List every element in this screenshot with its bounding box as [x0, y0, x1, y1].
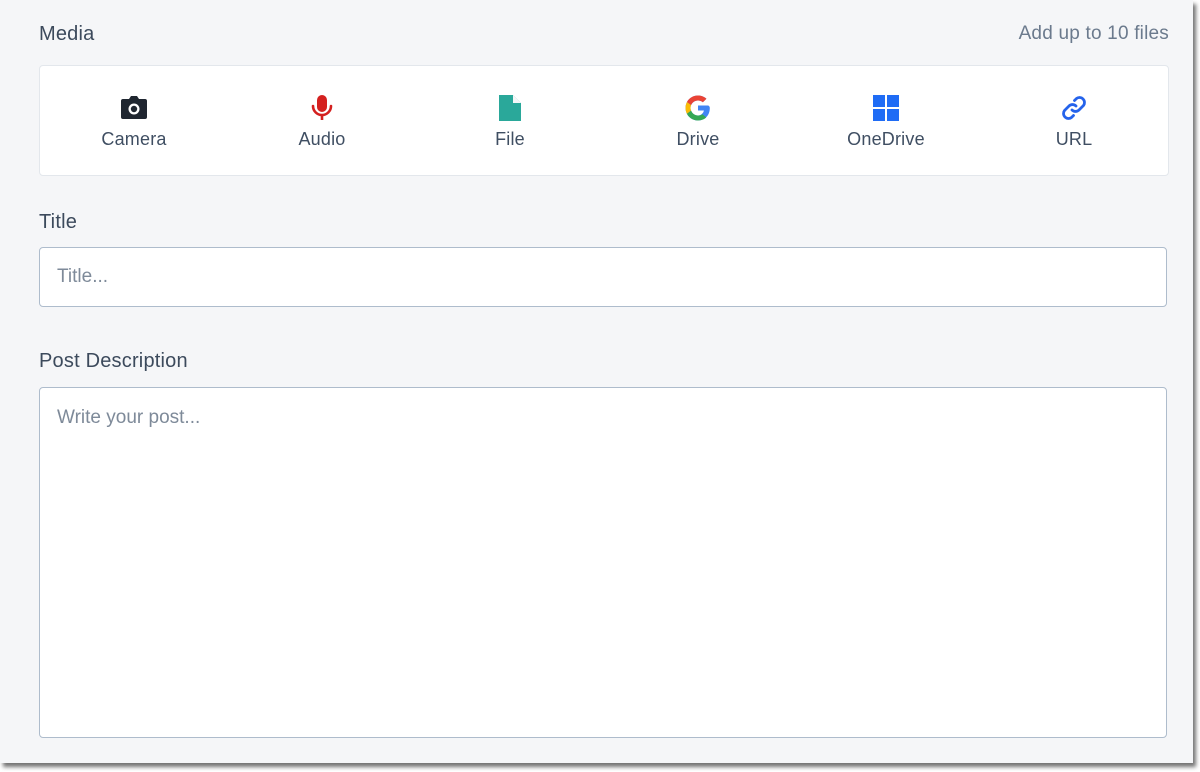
media-option-camera[interactable]: Camera	[40, 66, 228, 175]
media-option-drive[interactable]: Drive	[604, 66, 792, 175]
post-description-textarea[interactable]	[39, 387, 1167, 738]
title-label: Title	[39, 211, 78, 233]
media-option-label: URL	[1055, 129, 1093, 149]
media-option-label: Drive	[676, 129, 720, 149]
media-option-file[interactable]: File	[416, 66, 604, 175]
media-source-picker: Camera Audio File Drive OneDrive URL	[39, 65, 1169, 176]
windows-icon	[871, 93, 901, 123]
link-icon	[1059, 93, 1089, 123]
title-input[interactable]	[39, 247, 1167, 307]
camera-icon	[119, 93, 149, 123]
media-option-audio[interactable]: Audio	[228, 66, 416, 175]
media-option-label: File	[495, 129, 525, 149]
media-file-limit-hint: Add up to 10 files	[1018, 23, 1169, 44]
media-option-onedrive[interactable]: OneDrive	[792, 66, 980, 175]
file-icon	[495, 93, 525, 123]
media-option-label: Camera	[101, 129, 167, 149]
google-icon	[683, 93, 713, 123]
media-option-label: OneDrive	[847, 129, 925, 149]
media-option-label: Audio	[298, 129, 346, 149]
media-option-url[interactable]: URL	[980, 66, 1168, 175]
post-editor-window: Media Add up to 10 files Camera Audio Fi…	[0, 0, 1193, 763]
post-description-label: Post Description	[39, 350, 188, 372]
microphone-icon	[307, 93, 337, 123]
media-label: Media	[39, 23, 95, 45]
